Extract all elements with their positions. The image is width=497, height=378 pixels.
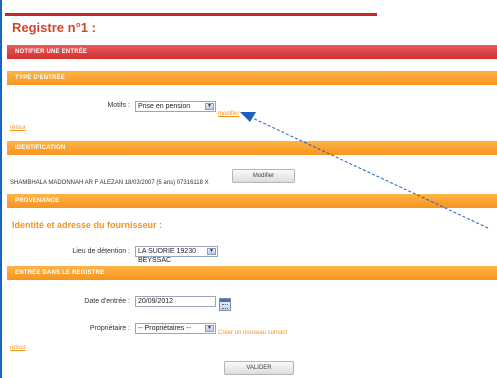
calendar-icon[interactable] [219,298,231,311]
header-rule [5,13,377,16]
lieu-select[interactable]: LA SUDRIE 19230 BEYSSAC ▼ [135,246,218,264]
page-title: Registre n°1 : [12,20,96,35]
valider-button[interactable]: VALIDER [224,361,294,375]
chevron-down-icon: ▼ [205,325,214,332]
animal-identification-text: SHAMBHALA MADONNAH AR F ALEZAN 18/03/200… [10,180,209,186]
modifier-link[interactable]: modifier [218,111,239,117]
create-contact-link[interactable]: Créer un nouveau contact [218,330,287,336]
chevron-down-icon: ▼ [207,248,216,255]
window-left-border [0,0,2,378]
retour-link-bottom[interactable]: retour [10,345,26,351]
date-entree-label: Date d'entrée : [84,298,130,305]
section-bar-notifier: NOTIFIER UNE ENTRÉE [7,45,497,59]
modifier-button[interactable]: Modifier [232,169,295,183]
section-bar-entree-registre: ENTRÉE DANS LE REGISTRE [7,266,497,280]
motifs-select[interactable]: Prise en pension ▼ [135,101,216,112]
section-bar-provenance: PROVENANCE [7,194,497,208]
motifs-label: Motifs : [107,102,130,109]
retour-link-top[interactable]: retour [10,125,26,131]
motifs-select-value: Prise en pension [138,103,191,110]
section-bar-identification: IDENTIFICATION [7,141,497,155]
section-bar-type-entree: TYPE D'ENTRÉE [7,71,497,85]
chevron-down-icon: ▼ [205,103,214,110]
date-entree-input[interactable]: 20/09/2012 [135,296,216,307]
lieu-label: Lieu de détention : [72,248,130,255]
proprietaire-select[interactable]: -- Propriétaires -- ▼ [135,323,216,334]
proprietaire-select-value: -- Propriétaires -- [138,325,191,332]
fournisseur-heading: Identité et adresse du fournisseur : [12,220,163,230]
lieu-select-value: LA SUDRIE 19230 BEYSSAC [138,248,196,264]
proprietaire-label: Propriétaire : [89,325,130,332]
